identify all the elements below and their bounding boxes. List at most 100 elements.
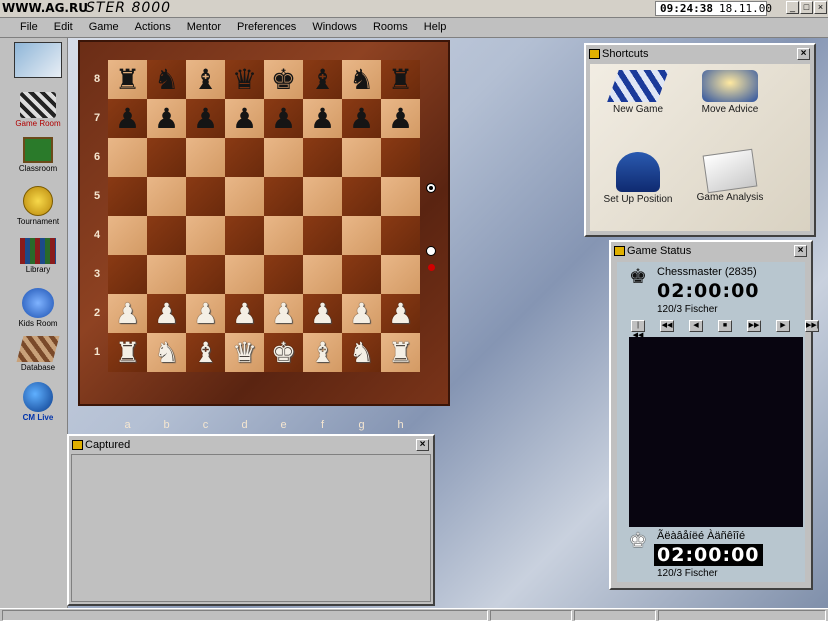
app-title: STER 8000 <box>86 0 172 16</box>
back-button[interactable]: ◀ <box>689 320 703 332</box>
menu-game[interactable]: Game <box>81 19 127 37</box>
white-piece[interactable]: ♟ <box>303 294 342 333</box>
black-piece[interactable]: ♜ <box>381 60 420 99</box>
board-square-e6[interactable] <box>264 138 303 177</box>
board-square-c6[interactable] <box>186 138 225 177</box>
board-square-h5[interactable] <box>381 177 420 216</box>
board-square-h6[interactable] <box>381 138 420 177</box>
menu-file[interactable]: File <box>12 19 46 37</box>
white-piece[interactable]: ♞ <box>342 333 381 372</box>
maximize-button[interactable]: □ <box>800 1 813 14</box>
sidebar-item-tournament[interactable]: Tournament <box>8 186 68 226</box>
black-piece[interactable]: ♟ <box>381 99 420 138</box>
board-square-c3[interactable] <box>186 255 225 294</box>
close-button[interactable]: × <box>814 1 827 14</box>
board-square-c4[interactable] <box>186 216 225 255</box>
white-piece[interactable]: ♟ <box>264 294 303 333</box>
black-piece[interactable]: ♝ <box>303 60 342 99</box>
board-square-d5[interactable] <box>225 177 264 216</box>
last-move-button[interactable]: ▶▶| <box>805 320 819 332</box>
board-square-b5[interactable] <box>147 177 186 216</box>
black-piece[interactable]: ♟ <box>303 99 342 138</box>
rewind-button[interactable]: ◀◀ <box>660 320 674 332</box>
forward-button[interactable]: ▶ <box>776 320 790 332</box>
white-piece[interactable]: ♜ <box>381 333 420 372</box>
minimize-button[interactable]: _ <box>786 1 799 14</box>
board-square-f5[interactable] <box>303 177 342 216</box>
board-square-b3[interactable] <box>147 255 186 294</box>
board-square-c5[interactable] <box>186 177 225 216</box>
white-piece[interactable]: ♟ <box>147 294 186 333</box>
black-piece[interactable]: ♟ <box>186 99 225 138</box>
black-piece[interactable]: ♚ <box>264 60 303 99</box>
move-advice-shortcut[interactable]: Move Advice <box>682 70 778 115</box>
menu-rooms[interactable]: Rooms <box>365 19 416 37</box>
menu-help[interactable]: Help <box>416 19 455 37</box>
sidebar-item-kids-room[interactable]: Kids Room <box>8 288 68 328</box>
black-piece[interactable]: ♟ <box>108 99 147 138</box>
black-piece[interactable]: ♝ <box>186 60 225 99</box>
sidebar-item-library[interactable]: Library <box>8 238 68 274</box>
board-square-d3[interactable] <box>225 255 264 294</box>
white-piece[interactable]: ♝ <box>303 333 342 372</box>
black-piece[interactable]: ♟ <box>225 99 264 138</box>
move-list[interactable] <box>629 337 803 527</box>
board-square-d4[interactable] <box>225 216 264 255</box>
board-square-d6[interactable] <box>225 138 264 177</box>
menu-windows[interactable]: Windows <box>304 19 365 37</box>
sidebar-thumbnail[interactable] <box>8 42 68 79</box>
board-square-e4[interactable] <box>264 216 303 255</box>
stop-button[interactable]: ■ <box>718 320 732 332</box>
game-analysis-shortcut[interactable]: Game Analysis <box>682 148 778 203</box>
black-piece[interactable]: ♜ <box>108 60 147 99</box>
board-square-e3[interactable] <box>264 255 303 294</box>
black-piece[interactable]: ♟ <box>264 99 303 138</box>
board-square-e5[interactable] <box>264 177 303 216</box>
new-game-shortcut[interactable]: New Game <box>590 70 686 115</box>
shortcuts-close-button[interactable]: × <box>797 48 810 60</box>
board-square-f6[interactable] <box>303 138 342 177</box>
board-square-g5[interactable] <box>342 177 381 216</box>
board-square-b6[interactable] <box>147 138 186 177</box>
white-piece[interactable]: ♜ <box>108 333 147 372</box>
sidebar-item-game-room[interactable]: Game Room <box>8 92 68 128</box>
black-piece[interactable]: ♛ <box>225 60 264 99</box>
white-piece[interactable]: ♟ <box>381 294 420 333</box>
board-square-g4[interactable] <box>342 216 381 255</box>
board-square-g3[interactable] <box>342 255 381 294</box>
board-square-a4[interactable] <box>108 216 147 255</box>
menu-preferences[interactable]: Preferences <box>229 19 304 37</box>
first-move-button[interactable]: |◀◀ <box>631 320 645 339</box>
board-square-g6[interactable] <box>342 138 381 177</box>
white-piece[interactable]: ♝ <box>186 333 225 372</box>
board-square-f4[interactable] <box>303 216 342 255</box>
white-piece[interactable]: ♟ <box>186 294 225 333</box>
menu-actions[interactable]: Actions <box>127 19 179 37</box>
menu-edit[interactable]: Edit <box>46 19 81 37</box>
white-piece[interactable]: ♚ <box>264 333 303 372</box>
captured-close-button[interactable]: × <box>416 439 429 451</box>
white-piece[interactable]: ♟ <box>342 294 381 333</box>
sidebar-item-cm-live[interactable]: CM Live <box>8 382 68 422</box>
board-square-f3[interactable] <box>303 255 342 294</box>
sidebar-item-database[interactable]: Database <box>8 336 68 372</box>
white-piece[interactable]: ♛ <box>225 333 264 372</box>
board-square-b4[interactable] <box>147 216 186 255</box>
black-piece[interactable]: ♞ <box>342 60 381 99</box>
white-piece[interactable]: ♟ <box>108 294 147 333</box>
set-up-position-shortcut[interactable]: Set Up Position <box>590 152 686 205</box>
fast-forward-button[interactable]: ▶▶ <box>747 320 761 332</box>
game-status-close-button[interactable]: × <box>794 245 807 257</box>
board-square-h3[interactable] <box>381 255 420 294</box>
board-square-a3[interactable] <box>108 255 147 294</box>
board-square-h4[interactable] <box>381 216 420 255</box>
black-piece[interactable]: ♟ <box>147 99 186 138</box>
black-piece[interactable]: ♞ <box>147 60 186 99</box>
sidebar-item-classroom[interactable]: Classroom <box>8 137 68 173</box>
board-square-a6[interactable] <box>108 138 147 177</box>
black-piece[interactable]: ♟ <box>342 99 381 138</box>
white-piece[interactable]: ♟ <box>225 294 264 333</box>
menu-mentor[interactable]: Mentor <box>179 19 229 37</box>
board-square-a5[interactable] <box>108 177 147 216</box>
white-piece[interactable]: ♞ <box>147 333 186 372</box>
